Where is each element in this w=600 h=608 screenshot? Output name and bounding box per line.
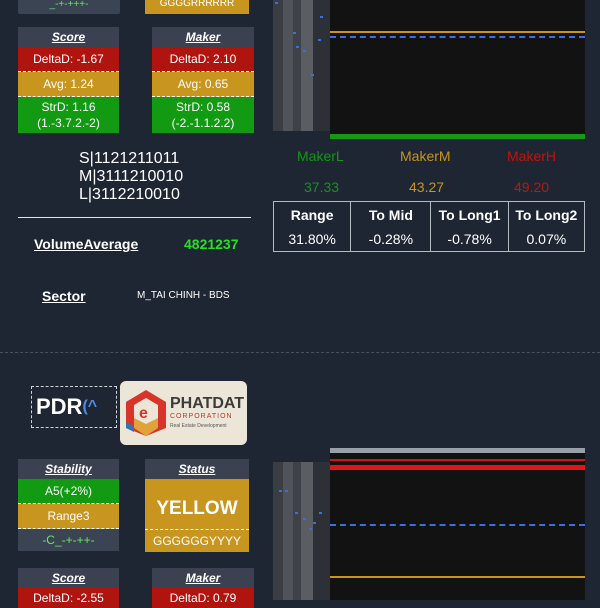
- status-card-title: Status: [145, 459, 249, 479]
- volume-average-label: VolumeAverage: [34, 236, 139, 252]
- dot: [275, 2, 278, 4]
- dot: [279, 490, 282, 492]
- to-long2-col: To Long2 0.07%: [507, 202, 584, 251]
- maker-bottom-delta: DeltaD: 0.79: [152, 588, 254, 608]
- stability-row2: Range3: [18, 504, 119, 529]
- sml-line-l: L|3112210010: [79, 186, 180, 203]
- dot: [296, 46, 299, 48]
- dot: [303, 50, 306, 52]
- stability-card: Stability A5(+2%) Range3 -C_-+-++-: [18, 459, 119, 551]
- maker-card-bottom: Maker DeltaD: 0.79: [152, 568, 254, 608]
- sml-line-s: S|1121211011: [79, 150, 180, 167]
- stability-card-top-partial: _-+-+++-: [18, 0, 120, 14]
- maker-card-title: Maker: [152, 27, 254, 47]
- sector-value: M_TAI CHINH - BDS: [137, 290, 230, 301]
- dot: [320, 16, 323, 18]
- status-card-top-partial: GGGGRRRRRR: [145, 0, 249, 14]
- bottom-chart-gold-line: [330, 576, 585, 578]
- maker-avg: Avg: 0.65: [152, 72, 254, 97]
- to-long1-value: -0.78%: [447, 231, 492, 247]
- maker-l-value: 37.33: [304, 179, 340, 195]
- dot: [303, 518, 306, 520]
- top-chart-blue-dashed-line: [330, 36, 585, 38]
- bottom-chart-grey-band: [330, 448, 585, 453]
- dot: [309, 528, 312, 530]
- stability-row1: A5(+2%): [18, 479, 119, 504]
- dot: [318, 39, 321, 41]
- ticker-box[interactable]: PDR (^: [31, 386, 117, 428]
- range-table: Range 31.80% To Mid -0.28% To Long1 -0.7…: [273, 201, 585, 252]
- sml-line-m: M|3111210010: [79, 168, 184, 185]
- section-separator: [0, 352, 600, 353]
- ticker-suffix: (^: [82, 398, 98, 415]
- top-chart-green-line: [330, 134, 585, 139]
- score-card-bottom: Score DeltaD: -2.55: [18, 568, 119, 608]
- status-sub-text: GGGGRRRRRR: [159, 0, 235, 9]
- status-value: YELLOW: [145, 479, 249, 530]
- logo-sub: CORPORATION: [170, 413, 233, 420]
- stability-card-title: Stability: [18, 459, 119, 479]
- sector-label: Sector: [42, 288, 86, 304]
- score-delta: DeltaD: -1.67: [18, 47, 119, 72]
- to-long1-header: To Long1: [438, 207, 501, 223]
- top-price-chart: [330, 0, 585, 135]
- volume-average-value: 4821237: [184, 236, 239, 252]
- status-card: Status YELLOW GGGGGGYYYY: [145, 459, 249, 552]
- to-long2-value: 0.07%: [526, 231, 567, 247]
- to-long2-header: To Long2: [515, 207, 578, 223]
- logo-tagline: Real Estate Development: [170, 423, 227, 429]
- logo-mark-icon: e: [126, 390, 166, 436]
- maker-l-label: MakerL: [297, 148, 344, 164]
- maker-h-value: 49.20: [514, 179, 550, 195]
- maker-card-bottom-title: Maker: [152, 568, 254, 588]
- maker-m-label: MakerM: [400, 148, 451, 164]
- maker-strd-detail: (-2.-1.1.2.2): [152, 115, 254, 133]
- dot: [311, 74, 314, 76]
- score-card-bottom-title: Score: [18, 568, 119, 588]
- dot: [285, 490, 288, 492]
- stability-row3: -C_-+-++-: [18, 529, 119, 551]
- score-bottom-delta: DeltaD: -2.55: [18, 588, 119, 608]
- score-card-title: Score: [18, 27, 119, 47]
- bottom-gauge-dots: [279, 490, 322, 530]
- range-header: Range: [290, 207, 334, 223]
- score-strd-detail: (1.-3.7.2.-2): [18, 115, 119, 133]
- top-gauge-dots: [275, 2, 323, 76]
- dot: [319, 512, 322, 514]
- logo-name: PHATDAT: [170, 395, 245, 412]
- stability-sub-text: _-+-+++-: [49, 0, 89, 10]
- score-avg: Avg: 1.24: [18, 72, 119, 97]
- maker-m-value: 43.27: [409, 179, 445, 195]
- range-value: 31.80%: [288, 231, 336, 247]
- bottom-chart-red-line-thick: [330, 465, 585, 470]
- score-card: Score DeltaD: -1.67 Avg: 1.24 StrD: 1.16…: [18, 27, 119, 133]
- to-mid-value: -0.28%: [368, 231, 414, 247]
- dot: [295, 512, 298, 514]
- to-mid-header: To Mid: [368, 207, 413, 223]
- top-chart-gold-line: [330, 31, 585, 33]
- to-mid-col: To Mid -0.28%: [350, 202, 430, 251]
- company-logo: e PHATDAT CORPORATION Real Estate Develo…: [120, 381, 247, 445]
- range-col: Range 31.80%: [274, 202, 350, 251]
- divider-line: [18, 217, 251, 218]
- logo-mark-letter: e: [139, 405, 148, 422]
- to-long1-col: To Long1 -0.78%: [430, 202, 507, 251]
- maker-card: Maker DeltaD: 2.10 Avg: 0.65 StrD: 0.58 …: [152, 27, 254, 133]
- sml-block: S|1121211011 M|3111210010 L|3112210010: [79, 150, 183, 204]
- bottom-chart-blue-dashed-line: [330, 524, 585, 526]
- bottom-chart-red-line-thin: [330, 459, 585, 461]
- status-sub: GGGGGGYYYY: [145, 530, 249, 552]
- dot: [293, 32, 296, 34]
- score-strd: StrD: 1.16: [18, 97, 119, 115]
- dot: [313, 522, 316, 524]
- maker-strd: StrD: 0.58: [152, 97, 254, 115]
- ticker-symbol[interactable]: PDR: [36, 394, 82, 420]
- maker-h-label: MakerH: [507, 148, 557, 164]
- maker-delta: DeltaD: 2.10: [152, 47, 254, 72]
